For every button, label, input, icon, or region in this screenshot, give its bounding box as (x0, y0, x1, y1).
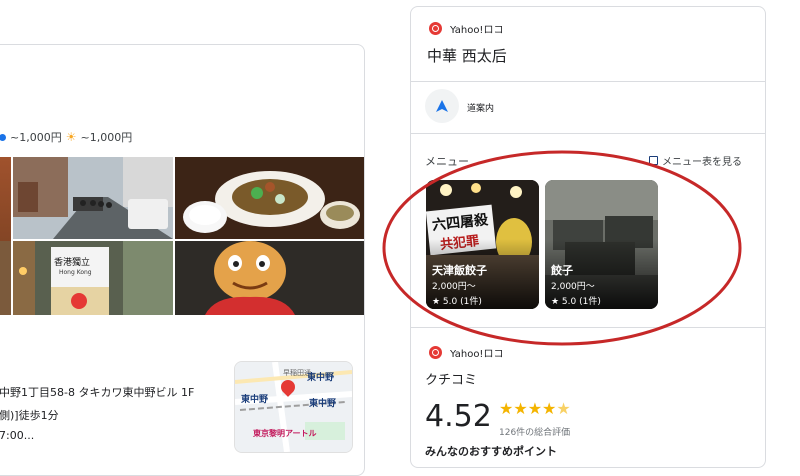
photo-grid[interactable]: 香港獨立 Hong Kong (0, 157, 364, 315)
map-station-label-3: 東中野 (309, 399, 337, 409)
source-label-1: Yahoo!ロコ (450, 25, 504, 36)
place-title: 中華 西太后 (427, 47, 507, 65)
star-half-icon: ★ (556, 399, 571, 418)
reviews-label: クチコミ (425, 373, 478, 388)
access-info: 側)]徒歩1分 (0, 409, 59, 422)
menu-item-name: 餃子 (551, 264, 573, 277)
moon-icon (0, 133, 6, 141)
star-icon: ★ (499, 399, 514, 418)
source-label-2: Yahoo!ロコ (450, 349, 504, 360)
map-poi-label: 東京黎明アートル (253, 429, 317, 438)
menu-item-name: 天津飯餃子 (432, 264, 487, 277)
price-row: ~1,000円 ☀ ~1,000円 (0, 129, 132, 145)
sun-icon: ☀ (65, 130, 77, 144)
rating-stars: ★★★★★ (499, 399, 571, 418)
menu-link-label: メニュー表を見る (662, 157, 742, 168)
rating-count[interactable]: 126件の総合評価 (499, 425, 570, 438)
yahoo-loco-icon (429, 22, 442, 35)
place-card-left: ~1,000円 ☀ ~1,000円 香港獨立 Hong Kong 中野1丁目58… (0, 44, 365, 476)
mascot-photo[interactable] (175, 241, 364, 315)
star-icon: ★ (527, 399, 543, 418)
divider (411, 327, 765, 328)
recommend-label: みんなのおすすめポイント (425, 445, 557, 458)
menu-card[interactable]: 六四屠殺 共犯罪 天津飯餃子 2,000円〜 ★ 5.0 (1件) (426, 180, 539, 309)
map-station-label-2: 東中野 (241, 395, 269, 405)
storefront-photo[interactable]: 香港獨立 Hong Kong (13, 241, 173, 315)
menu-link[interactable]: メニュー表を見る (649, 153, 742, 168)
divider (411, 133, 765, 134)
place-card-right: Yahoo!ロコ 中華 西太后 道案内 メニュー メニュー表を見る 六四屠殺 共… (410, 6, 766, 468)
map-station-label-1: 東中野 (307, 373, 335, 383)
dish-photo[interactable] (175, 157, 364, 239)
price-lunch: ~1,000円 (10, 131, 62, 144)
price-dinner: ~1,000円 (80, 131, 133, 144)
menu-item-rating: ★ 5.0 (1件) (432, 297, 482, 307)
source-row-2[interactable]: Yahoo!ロコ (429, 345, 503, 360)
address: 中野1丁目58-8 タキカワ東中野ビル 1F (0, 386, 195, 399)
divider (411, 81, 765, 82)
star-icon: ★ (513, 399, 528, 418)
menu-book-icon (649, 156, 658, 165)
storefront-sign: 香港獨立 (54, 258, 91, 268)
map-thumbnail[interactable]: 早稲田通 東中野 東中野 東中野 東京黎明アートル (234, 361, 353, 453)
directions-arrow-icon (436, 100, 448, 112)
menu-item-price: 2,000円〜 (432, 282, 476, 292)
star-icon: ★ (542, 399, 557, 418)
menu-section-label: メニュー (425, 155, 469, 168)
street-photo[interactable] (13, 157, 173, 239)
hours[interactable]: 7:00... (0, 429, 34, 442)
storefront-sub: Hong Kong (59, 269, 92, 276)
directions-button[interactable] (425, 89, 459, 123)
rating-value: 4.52 (425, 399, 492, 434)
yahoo-loco-icon (429, 346, 442, 359)
menu-item-price: 2,000円〜 (551, 282, 595, 292)
photo-sliver-2[interactable] (0, 241, 11, 315)
menu-item-rating: ★ 5.0 (1件) (551, 297, 601, 307)
source-row-1[interactable]: Yahoo!ロコ (429, 21, 503, 36)
menu-card[interactable]: 餃子 2,000円〜 ★ 5.0 (1件) (545, 180, 658, 309)
directions-label[interactable]: 道案内 (467, 101, 494, 114)
